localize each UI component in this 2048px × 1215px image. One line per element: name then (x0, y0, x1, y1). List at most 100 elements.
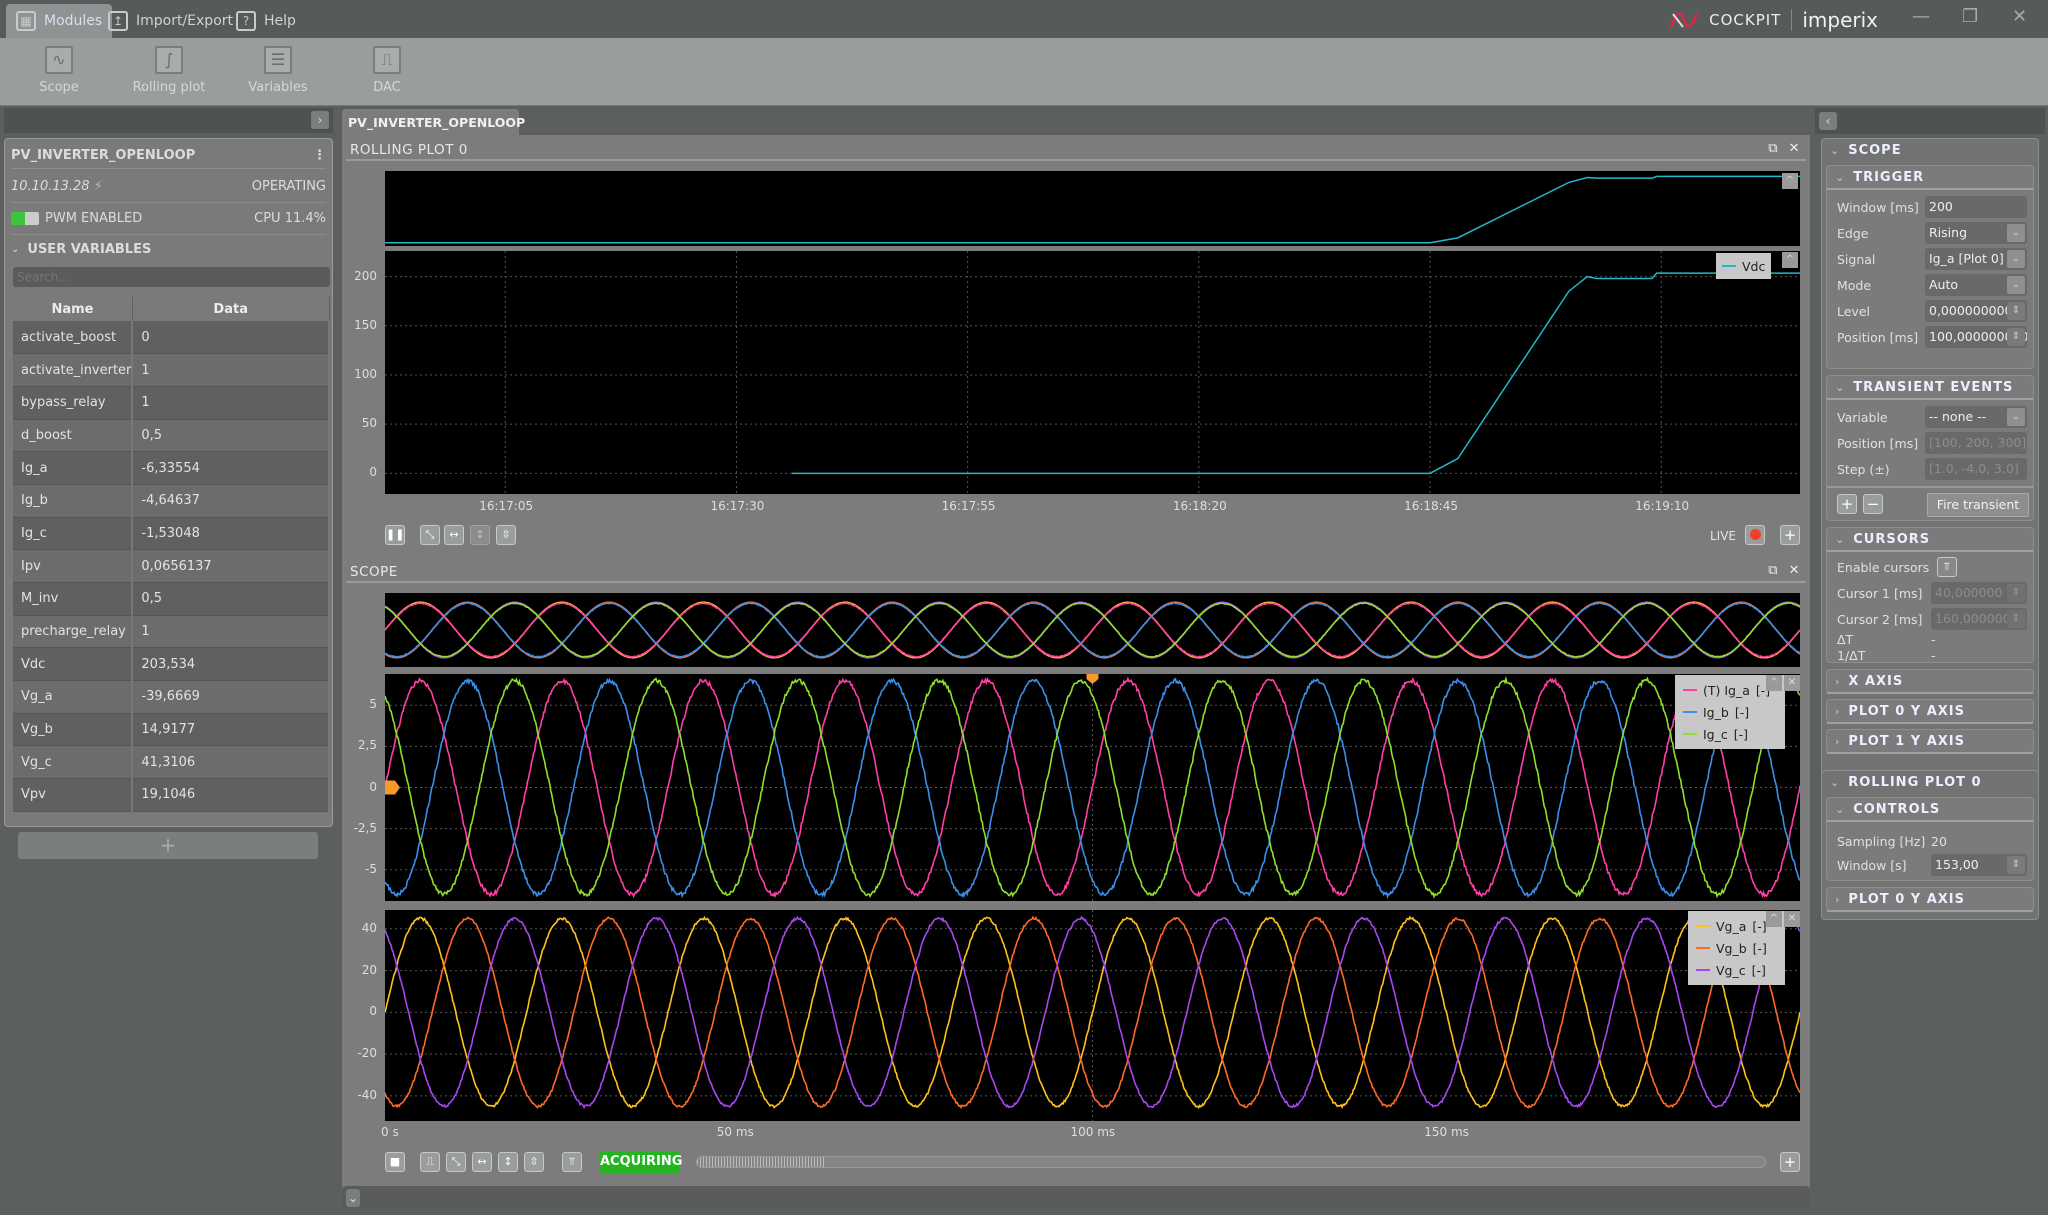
pwm-toggle[interactable] (11, 212, 39, 225)
spinner-icon[interactable]: ⇕ (2007, 856, 2025, 874)
legend-item[interactable]: Ig_c [-] (1683, 723, 1777, 745)
scope-overview-plot[interactable] (385, 593, 1800, 667)
scope-plot-1[interactable] (385, 910, 1800, 1121)
collapse-settings-button[interactable]: ‹ (1819, 112, 1837, 130)
menu-help[interactable]: ? Help (226, 4, 306, 38)
zoom-y-button[interactable]: ↕ (470, 525, 490, 545)
tool-variables[interactable]: ☰ Variables (233, 46, 323, 95)
x-axis-section[interactable]: › X AXIS (1826, 669, 2034, 693)
add-plot-button[interactable]: + (1780, 525, 1800, 545)
level-spinbox[interactable]: 0,0000000000 ⇕ (1925, 300, 2027, 322)
cursor1-spinbox[interactable]: 40,000000 ⇕ (1931, 582, 2027, 604)
legend-item[interactable]: Vg_a [-] (1696, 915, 1777, 937)
rolling-settings-header[interactable]: ⌄ ROLLING PLOT 0 (1822, 771, 2038, 795)
mode-select[interactable]: Auto ⌄ (1925, 274, 2027, 296)
column-header-data[interactable]: Data (132, 297, 329, 321)
cursors-header[interactable]: ⌄ CURSORS (1827, 528, 2033, 552)
table-row[interactable]: M_inv 0,5 (13, 583, 329, 616)
legend-item[interactable]: Vg_b [-] (1696, 937, 1777, 959)
plot0-y-axis-header[interactable]: › PLOT 0 Y AXIS (1827, 700, 2033, 724)
rising-edge-button[interactable]: ⎍ (420, 1152, 440, 1172)
variable-search-input[interactable] (13, 267, 330, 287)
legend-item[interactable]: Ig_b [-] (1683, 701, 1777, 723)
plot1-y-axis-header[interactable]: › PLOT 1 Y AXIS (1827, 730, 2033, 754)
variable-value[interactable]: 203,534 (132, 648, 329, 681)
fit-y-button[interactable]: ⇳ (524, 1152, 544, 1172)
chevron-down-icon[interactable]: ⌄ (11, 244, 19, 255)
legend-collapse-button[interactable]: ^ (1766, 911, 1782, 927)
controls-header[interactable]: ⌄ CONTROLS (1827, 798, 2033, 822)
transient-header[interactable]: ⌄ TRANSIENT EVENTS (1827, 376, 2033, 400)
autoscale-button[interactable]: ⤡ (446, 1152, 466, 1172)
table-row[interactable]: Vg_c 41,3106 (13, 746, 329, 779)
undock-icon[interactable]: ⧉ (1768, 141, 1778, 156)
variable-value[interactable]: 1 (132, 354, 329, 387)
more-options-icon[interactable]: ⋮ (313, 148, 326, 163)
variable-value[interactable]: 0,0656137 (132, 550, 329, 583)
zoom-y-button[interactable]: ↕ (498, 1152, 518, 1172)
restore-button[interactable]: ❐ (1962, 6, 1978, 27)
add-transient-button[interactable]: + (1837, 494, 1857, 514)
table-row[interactable]: bypass_relay 1 (13, 386, 329, 419)
add-variable-button[interactable]: + (18, 832, 318, 859)
transient-variable-select[interactable]: -- none -- ⌄ (1925, 406, 2027, 428)
variable-value[interactable]: 41,3106 (132, 746, 329, 779)
minimize-button[interactable]: — (1912, 6, 1930, 27)
position-spinbox[interactable]: 100,0000000000 ⇕ (1925, 326, 2027, 348)
table-row[interactable]: Ig_c -1,53048 (13, 517, 329, 550)
close-window-button[interactable]: ✕ (2012, 6, 2027, 27)
rolling-main-plot[interactable] (385, 251, 1800, 494)
fit-y-button[interactable]: ⇳ (496, 525, 516, 545)
variable-value[interactable]: -6,33554 (132, 452, 329, 485)
variable-value[interactable]: 1 (132, 615, 329, 648)
scope-settings-header[interactable]: ⌄ SCOPE (1822, 139, 2038, 163)
remove-transient-button[interactable]: − (1863, 494, 1883, 514)
legend-close-button[interactable]: ✕ (1784, 911, 1800, 927)
transient-position-input[interactable]: [100, 200, 300] (1925, 432, 2027, 454)
variable-value[interactable]: -4,64637 (132, 484, 329, 517)
table-row[interactable]: Ig_b -4,64637 (13, 484, 329, 517)
legend-collapse-button[interactable]: ^ (1782, 252, 1798, 268)
record-button[interactable] (1745, 525, 1765, 545)
table-row[interactable]: Vdc 203,534 (13, 648, 329, 681)
add-plot-button[interactable]: + (1780, 1152, 1800, 1172)
variable-value[interactable]: 19,1046 (132, 779, 329, 812)
legend-collapse-button[interactable]: ^ (1766, 675, 1782, 691)
plot1-y-axis-section[interactable]: › PLOT 1 Y AXIS (1826, 729, 2034, 753)
variable-value[interactable]: 14,9177 (132, 713, 329, 746)
table-row[interactable]: Vpv 19,1046 (13, 779, 329, 812)
menu-modules[interactable]: ▦ Modules (6, 4, 112, 38)
pause-button[interactable]: ❚❚ (385, 525, 405, 545)
table-row[interactable]: activate_boost 0 (13, 321, 329, 354)
column-header-name[interactable]: Name (13, 297, 132, 321)
table-row[interactable]: Ig_a -6,33554 (13, 452, 329, 485)
overview-collapse-button[interactable]: ^ (1782, 173, 1798, 189)
trigger-window-input[interactable]: 200 (1925, 196, 2027, 218)
stop-button[interactable]: ■ (385, 1152, 405, 1172)
spinner-icon[interactable]: ⇕ (2007, 328, 2025, 346)
variable-value[interactable]: 0,5 (132, 419, 329, 452)
undock-icon[interactable]: ⧉ (1768, 563, 1778, 578)
legend-item[interactable]: (T) Ig_a [-] (1683, 679, 1777, 701)
edge-select[interactable]: Rising ⌄ (1925, 222, 2027, 244)
legend-item[interactable]: Vg_c [-] (1696, 959, 1777, 981)
signal-select[interactable]: Ig_a [Plot 0] ⌄ (1925, 248, 2027, 270)
tool-dac[interactable]: ⎍ DAC (342, 46, 432, 95)
table-row[interactable]: d_boost 0,5 (13, 419, 329, 452)
zoom-x-button[interactable]: ↔ (472, 1152, 492, 1172)
scope-plot-0[interactable] (385, 674, 1800, 901)
table-row[interactable]: Vg_a -39,6669 (13, 681, 329, 714)
x-axis-header[interactable]: › X AXIS (1827, 670, 2033, 694)
table-row[interactable]: Ipv 0,0656137 (13, 550, 329, 583)
cursors-button[interactable]: ⫪ (562, 1152, 582, 1172)
zoom-x-button[interactable]: ↔ (444, 525, 464, 545)
rolling-overview-plot[interactable] (385, 171, 1800, 246)
autoscale-button[interactable]: ⤡ (420, 525, 440, 545)
table-row[interactable]: activate_inverter 1 (13, 354, 329, 387)
variable-value[interactable]: 1 (132, 386, 329, 419)
table-row[interactable]: precharge_relay 1 (13, 615, 329, 648)
tool-scope[interactable]: ∿ Scope (14, 46, 104, 95)
variable-value[interactable]: -1,53048 (132, 517, 329, 550)
expand-bottom-button[interactable]: ⌄ (346, 1189, 360, 1207)
menu-import-export[interactable]: ↥ Import/Export (98, 4, 243, 38)
